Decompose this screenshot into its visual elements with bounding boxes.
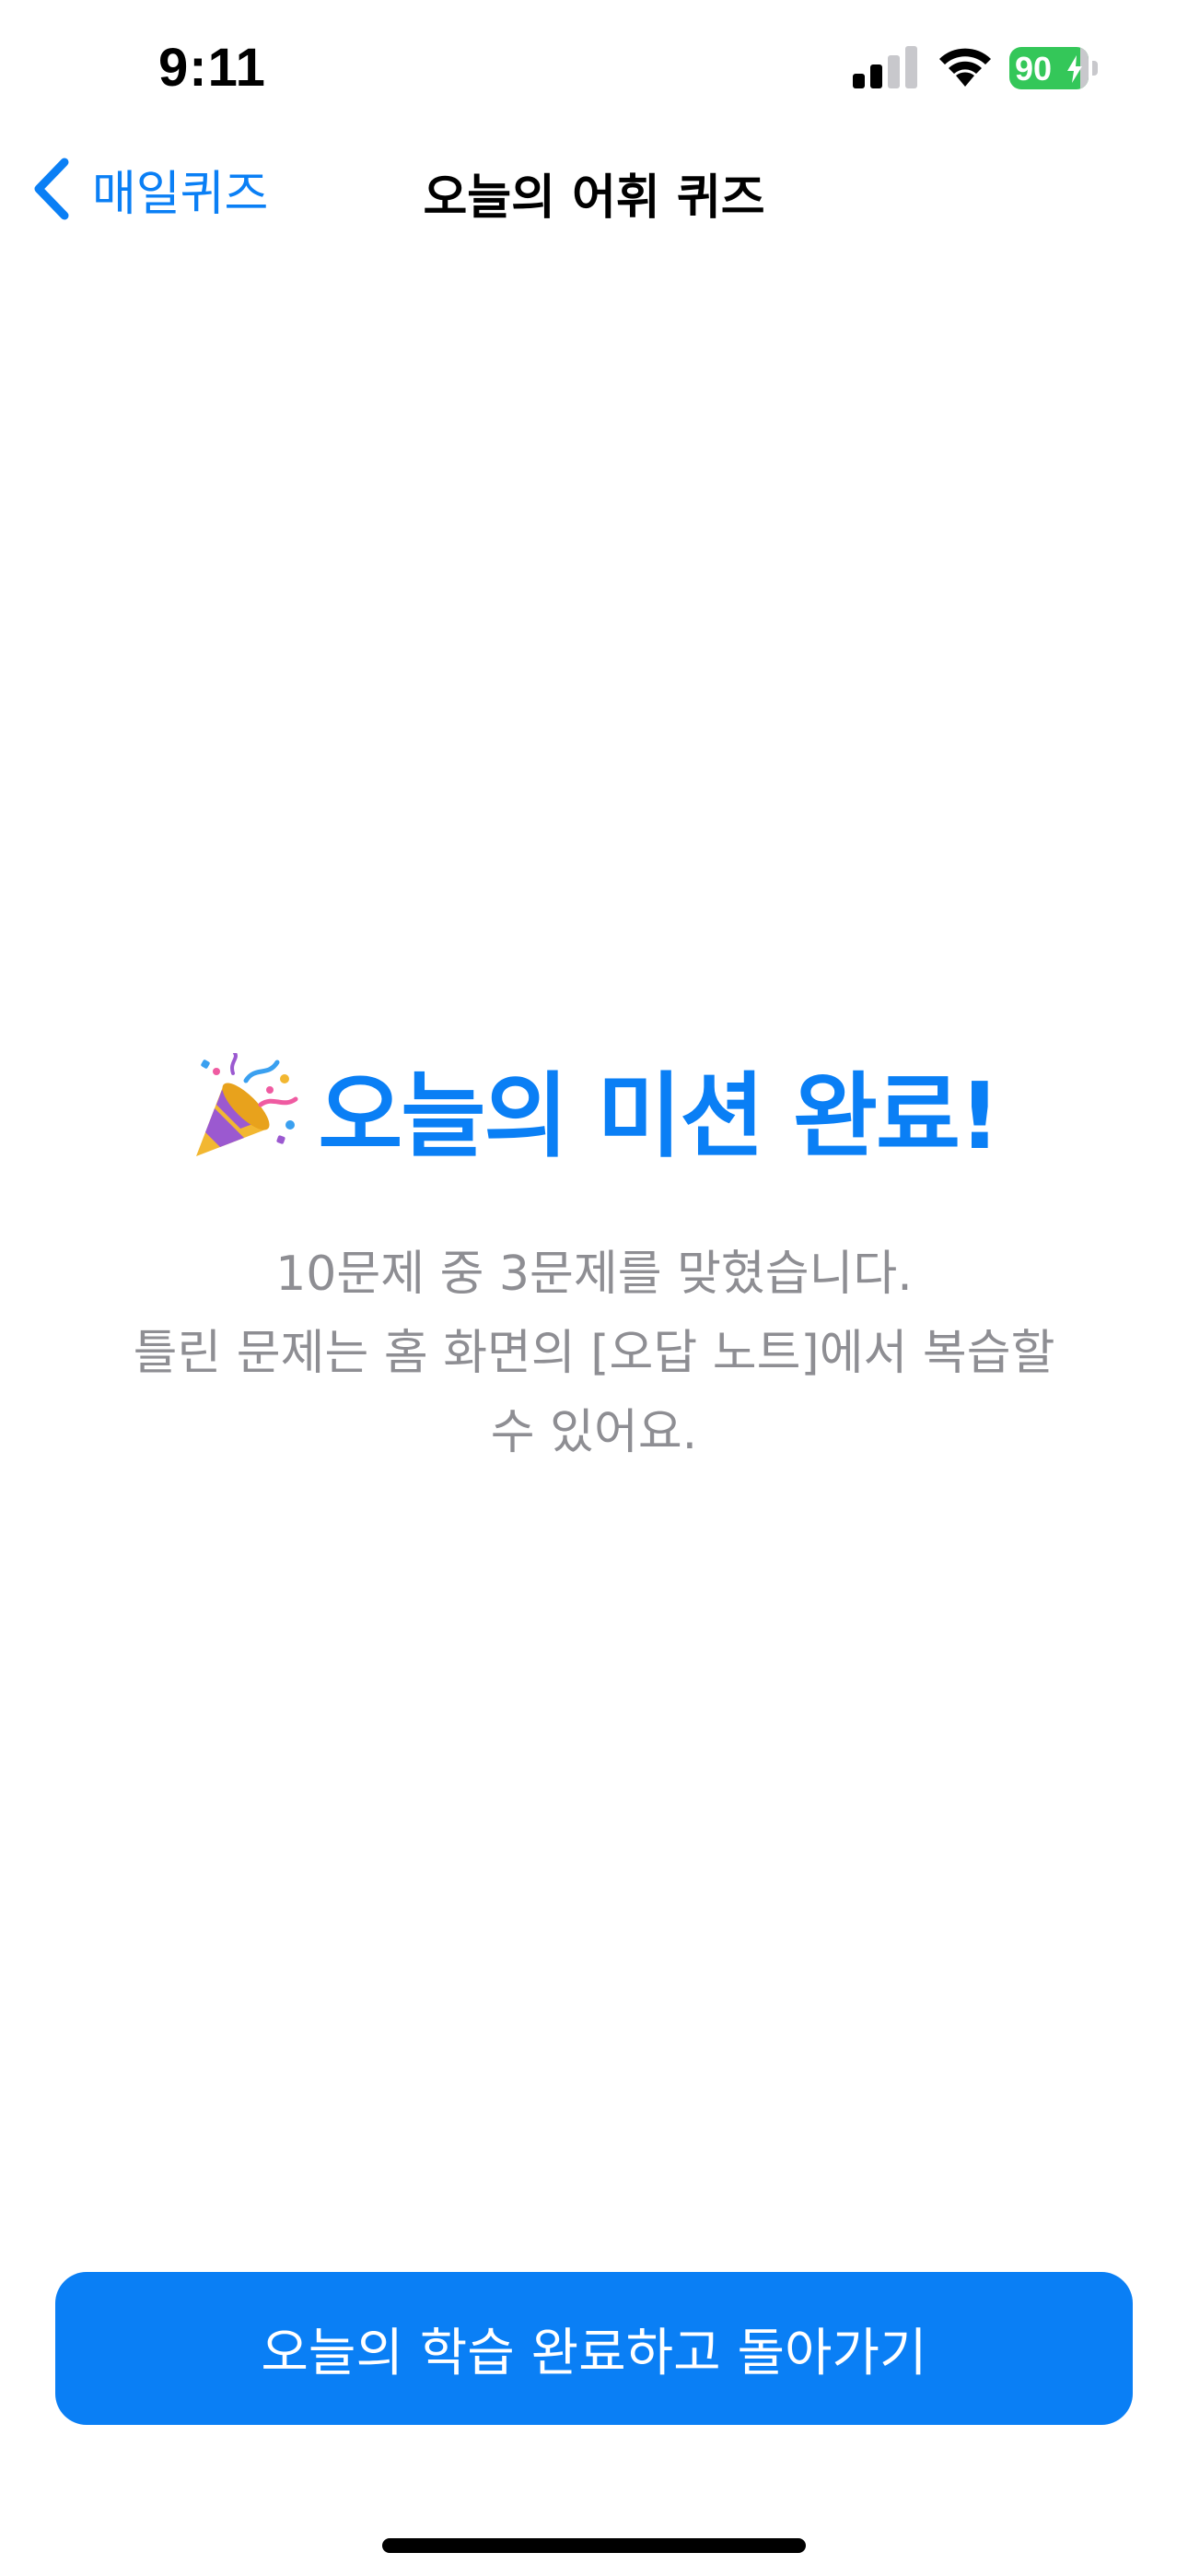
completion-message: 10문제 중 3문제를 맞혔습니다. 틀린 문제는 홈 화면의 [오답 노트]에… [92, 1235, 1096, 1472]
navigation-bar: 오늘의 어휘 퀴즈 매일퀴즈 [0, 138, 1188, 240]
message-line-review: 틀린 문제는 홈 화면의 [오답 노트]에서 복습할 [133, 1326, 1055, 1381]
status-time: 9:11 [158, 38, 266, 98]
party-popper-icon [196, 1052, 298, 1156]
battery-cap [1092, 61, 1098, 76]
message-line-review-end: 수 있어요. [490, 1405, 698, 1460]
chevron-left-icon [34, 158, 69, 220]
completion-headline: 오늘의 미션 완료! [0, 1041, 1188, 1175]
quiz-complete-screen: 9:11 90 오늘의 어휘 퀴즈 매일퀴즈 오늘의 미션 완료! 10문제 중… [0, 0, 1188, 2576]
completion-title: 오늘의 미션 완료! [318, 1062, 1000, 1170]
home-indicator[interactable] [382, 2538, 806, 2553]
wifi-icon [939, 48, 991, 87]
back-button-label: 매일퀴즈 [92, 166, 269, 222]
back-button[interactable]: 매일퀴즈 [29, 155, 268, 223]
battery-level-fill: 90 [1009, 47, 1089, 89]
signal-icon [853, 46, 917, 88]
message-line-score: 10문제 중 3문제를 맞혔습니다. [275, 1247, 913, 1302]
finish-and-return-button[interactable]: 오늘의 학습 완료하고 돌아가기 [55, 2272, 1133, 2425]
status-bar: 9:11 90 [0, 0, 1188, 138]
charging-bolt-icon [1067, 55, 1082, 83]
battery-percentage: 90 [1015, 50, 1053, 88]
battery-icon: 90 [1009, 47, 1098, 89]
